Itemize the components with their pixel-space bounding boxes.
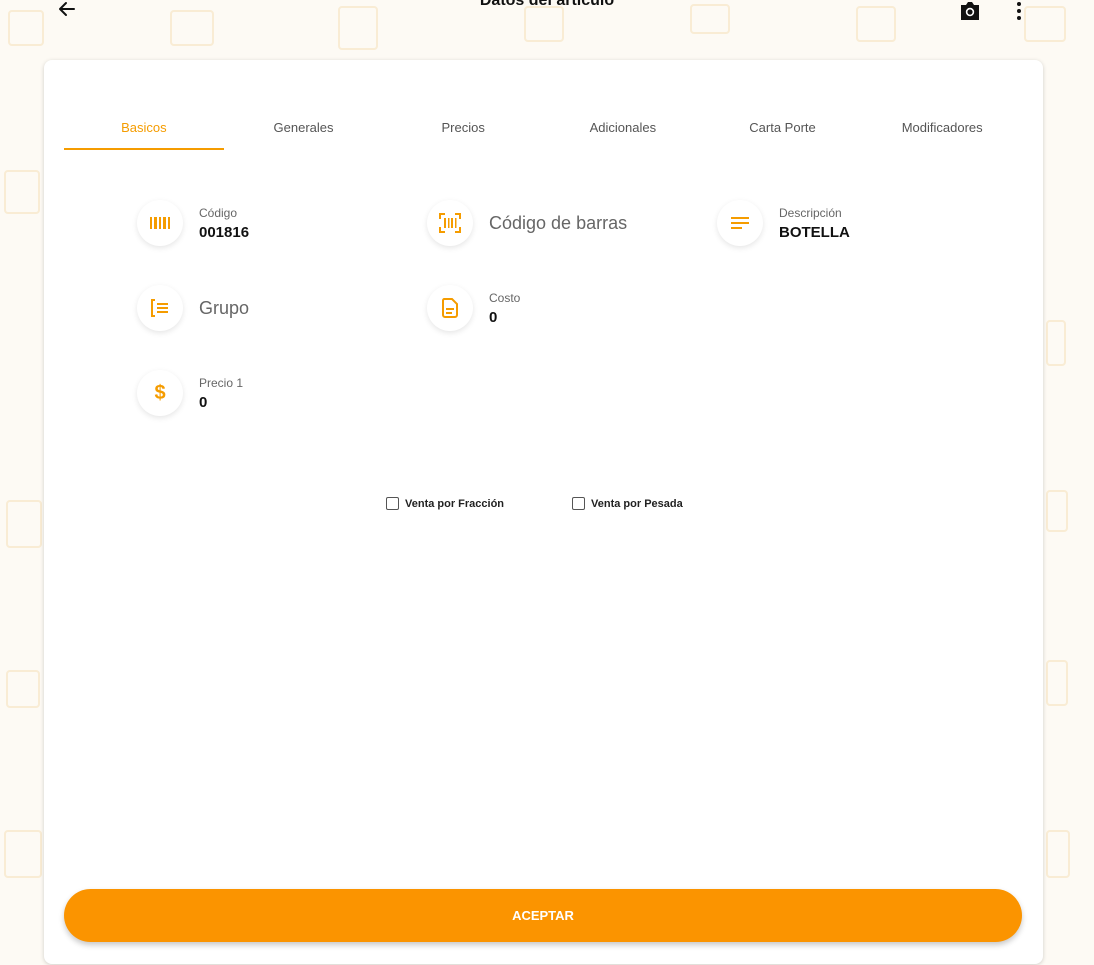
descripcion-value: BOTELLA	[779, 223, 850, 241]
tab-carta-porte[interactable]: Carta Porte	[703, 116, 863, 150]
costo-label: Costo	[489, 290, 521, 305]
descripcion-field[interactable]: Descripción BOTELLA	[717, 200, 850, 246]
camera-icon	[961, 2, 979, 20]
tab-modificadores[interactable]: Modificadores	[862, 116, 1022, 150]
background-doodle	[1046, 320, 1066, 366]
codigo-barras-placeholder: Código de barras	[489, 212, 628, 233]
precio1-field[interactable]: $ Precio 1 0	[137, 370, 243, 416]
dollar-icon: $	[137, 370, 183, 416]
venta-fraccion-checkbox[interactable]: Venta por Fracción	[386, 497, 504, 510]
codigo-field[interactable]: Código 001816	[137, 200, 249, 246]
background-doodle	[6, 670, 40, 708]
costo-value: 0	[489, 308, 498, 326]
tab-adicionales[interactable]: Adicionales	[543, 116, 703, 150]
codigo-barras-field[interactable]: Código de barras	[427, 200, 627, 246]
article-card: Basicos Generales Precios Adicionales Ca…	[44, 60, 1043, 964]
more-vertical-icon	[1017, 2, 1021, 20]
grupo-placeholder: Grupo	[199, 297, 250, 318]
precio1-value: 0	[199, 393, 208, 411]
more-options-button[interactable]	[1008, 0, 1030, 22]
notes-icon	[717, 200, 763, 246]
codigo-label: Código	[199, 205, 238, 220]
background-doodle	[6, 500, 42, 548]
tab-basicos[interactable]: Basicos	[64, 116, 224, 150]
background-doodle	[1046, 490, 1068, 532]
tab-precios[interactable]: Precios	[383, 116, 543, 150]
venta-pesada-label: Venta por Pesada	[591, 497, 683, 510]
precio1-label: Precio 1	[199, 375, 244, 390]
costo-field[interactable]: Costo 0	[427, 285, 520, 331]
list-icon	[137, 285, 183, 331]
camera-button[interactable]	[958, 0, 982, 22]
background-doodle	[4, 830, 42, 878]
sale-options: Venta por Fracción Venta por Pesada	[386, 497, 683, 510]
venta-pesada-checkbox[interactable]: Venta por Pesada	[572, 497, 683, 510]
background-doodle	[4, 170, 40, 214]
checkbox-box[interactable]	[386, 497, 399, 510]
tab-generales[interactable]: Generales	[224, 116, 384, 150]
barcode-scan-icon	[427, 200, 473, 246]
grupo-field[interactable]: Grupo	[137, 285, 249, 331]
barcode-icon	[137, 200, 183, 246]
checkbox-box[interactable]	[572, 497, 586, 510]
tab-bar: Basicos Generales Precios Adicionales Ca…	[64, 116, 1022, 150]
accept-button[interactable]: ACEPTAR	[64, 889, 1022, 942]
document-icon	[427, 285, 473, 331]
venta-fraccion-label: Venta por Fracción	[405, 497, 505, 510]
background-doodle	[1046, 660, 1068, 706]
app-bar: Datos del artículo	[0, 0, 1094, 24]
codigo-value: 001816	[199, 223, 250, 241]
page-title: Datos del artículo	[479, 0, 615, 9]
descripcion-label: Descripción	[779, 205, 842, 220]
background-doodle	[1046, 830, 1070, 878]
